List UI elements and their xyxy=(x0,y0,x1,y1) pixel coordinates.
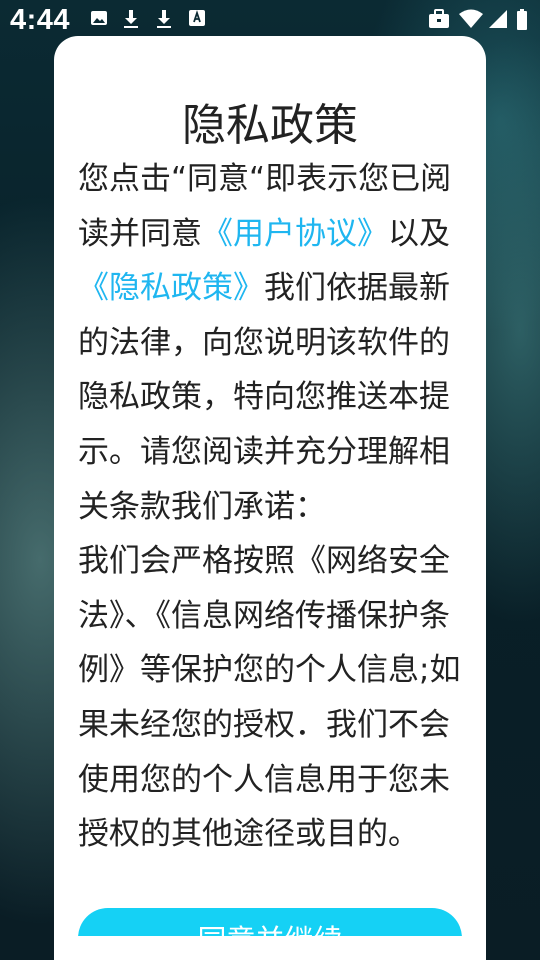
keyboard-a-icon xyxy=(188,9,206,27)
screen: 4:44 隐私政策 您点击“同意“即表示您已阅读并同意《用户协议》以及《隐私政策… xyxy=(0,0,540,960)
privacy-dialog: 隐私政策 您点击“同意“即表示您已阅读并同意《用户协议》以及《隐私政策》我们依据… xyxy=(54,36,486,960)
signal-icon xyxy=(488,9,508,29)
status-time: 4:44 xyxy=(10,4,71,36)
briefcase-icon xyxy=(428,9,450,29)
status-bar: 4:44 xyxy=(0,0,540,40)
download-icon xyxy=(155,9,173,29)
image-icon xyxy=(90,9,108,27)
agree-continue-button[interactable]: 同意并继续 xyxy=(78,908,462,936)
download-icon xyxy=(122,9,140,29)
button-clip: 同意并继续 xyxy=(54,36,486,936)
wifi-icon xyxy=(458,9,484,29)
battery-icon xyxy=(516,9,528,31)
